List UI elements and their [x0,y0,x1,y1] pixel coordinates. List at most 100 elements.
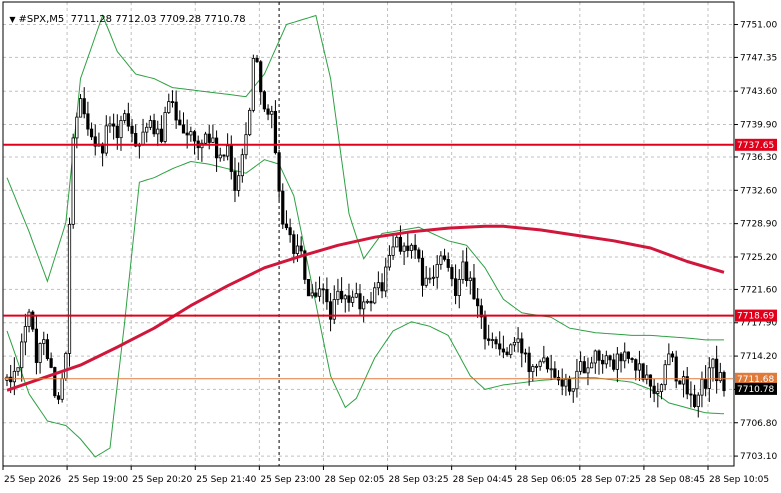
candle-body[interactable] [226,145,230,157]
candle-body[interactable] [604,355,608,365]
candle-body[interactable] [678,380,682,385]
candle-body[interactable] [512,341,517,346]
candle-body[interactable] [623,351,627,362]
candle-body[interactable] [358,293,362,310]
candle-body[interactable] [450,267,454,280]
candle-body[interactable] [571,388,575,392]
candle-body[interactable] [689,393,693,396]
candle-body[interactable] [351,296,355,303]
candle-body[interactable] [704,378,708,389]
candle-body[interactable] [586,367,590,374]
candle-body[interactable] [446,258,450,268]
candle-body[interactable] [266,108,270,115]
candle-body[interactable] [398,236,403,252]
candle-body[interactable] [317,288,322,297]
candle-body[interactable] [163,112,167,142]
candle-body[interactable] [141,131,145,145]
candle-body[interactable] [89,128,94,138]
candle-body[interactable] [16,367,20,372]
candle-body[interactable] [659,384,664,393]
candle-body[interactable] [178,119,182,126]
candle-body[interactable] [531,366,535,373]
candle-body[interactable] [211,137,215,143]
candle-body[interactable] [545,357,550,370]
candle-body[interactable] [130,125,134,134]
candle-body[interactable] [553,368,557,378]
candle-body[interactable] [152,120,156,135]
candle-body[interactable] [674,356,678,382]
candle-body[interactable] [608,355,612,361]
candle-body[interactable] [277,152,281,192]
candle-body[interactable] [417,249,421,259]
candle-body[interactable] [468,277,472,282]
candle-body[interactable] [681,376,686,385]
candle-body[interactable] [339,290,344,300]
candle-body[interactable] [174,101,178,121]
candle-body[interactable] [78,98,83,118]
candle-body[interactable] [692,394,697,407]
candle-body[interactable] [112,123,116,127]
candle-body[interactable] [34,328,39,363]
candle-body[interactable] [259,61,263,93]
candle-body[interactable] [413,244,417,251]
candle-body[interactable] [295,245,300,254]
candle-body[interactable] [538,361,542,367]
candle-body[interactable] [56,395,61,400]
candle-body[interactable] [255,57,259,63]
candle-body[interactable] [472,277,476,300]
candle-body[interactable] [229,145,233,172]
candle-body[interactable] [505,351,509,356]
chart-area[interactable]: 7751.00 7747.35 7743.60 7739.90 7736.30 7732.… [0,0,781,489]
candle-body[interactable] [362,301,366,310]
candle-body[interactable] [270,110,274,115]
candle-body[interactable] [457,279,461,296]
candle-body[interactable] [167,101,171,113]
candle-body[interactable] [626,351,631,359]
candle-body[interactable] [476,298,480,307]
candle-body[interactable] [119,120,123,139]
candle-body[interactable] [365,300,369,303]
candle-body[interactable] [185,132,189,136]
candle-body[interactable] [9,376,13,383]
candle-body[interactable] [67,223,72,354]
candle-body[interactable] [619,353,623,362]
candle-body[interactable] [590,362,594,369]
candle-body[interactable] [354,293,358,298]
candle-body[interactable] [384,266,388,292]
candle-body[interactable] [516,338,520,343]
candle-body[interactable] [424,277,428,286]
candle-body[interactable] [336,290,340,300]
candle-body[interactable] [207,133,211,143]
candle-body[interactable] [442,255,447,260]
candle-body[interactable] [630,358,634,361]
candle-body[interactable] [218,154,222,159]
candle-body[interactable] [534,365,539,368]
candle-body[interactable] [42,339,46,344]
candle-body[interactable] [593,350,597,364]
candle-body[interactable] [248,109,252,136]
candle-body[interactable] [126,113,130,127]
candle-body[interactable] [406,245,410,251]
candle-body[interactable] [53,367,57,397]
candle-body[interactable] [380,282,384,292]
candle-body[interactable] [483,316,487,340]
candle-body[interactable] [490,339,494,341]
candle-body[interactable] [192,131,197,142]
candle-body[interactable] [292,234,296,254]
candle-body[interactable] [527,352,531,373]
candle-body[interactable] [156,128,160,135]
candle-body[interactable] [431,276,436,279]
candle-body[interactable] [652,385,656,394]
candle-body[interactable] [461,261,465,280]
candle-body[interactable] [509,344,513,356]
candle-body[interactable] [696,394,700,407]
candle-body[interactable] [123,113,127,121]
candle-body[interactable] [663,364,667,386]
candle-body[interactable] [23,326,27,343]
candle-body[interactable] [387,255,392,268]
candle-body[interactable] [347,295,351,303]
candle-body[interactable] [104,125,108,154]
candle-body[interactable] [314,292,318,297]
candle-body[interactable] [115,125,119,139]
candle-body[interactable] [222,154,226,157]
